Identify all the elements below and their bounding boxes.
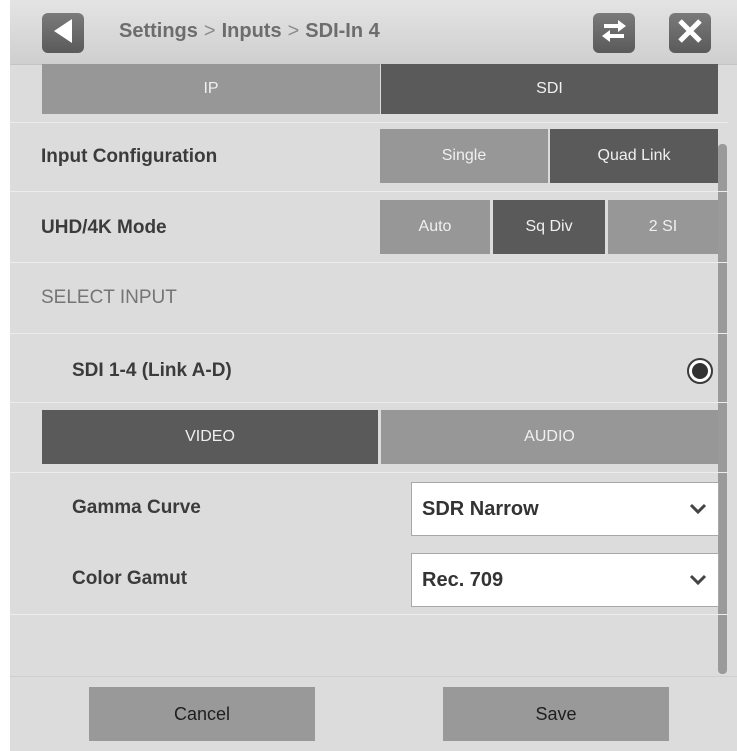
gamma-curve-value: SDR Narrow bbox=[422, 497, 539, 520]
divider bbox=[10, 333, 728, 334]
divider bbox=[10, 262, 728, 263]
settings-content: IP SDI Input Configuration Single Quad L… bbox=[10, 64, 737, 676]
close-button[interactable] bbox=[669, 13, 711, 53]
uhd-mode-sq-div-button[interactable]: Sq Div bbox=[493, 200, 605, 254]
input-config-single-button[interactable]: Single bbox=[380, 129, 548, 183]
uhd-mode-2si-button[interactable]: 2 SI bbox=[608, 200, 718, 254]
chevron-down-icon bbox=[678, 574, 718, 586]
title-bar: Settings > Inputs > SDI-In 4 bbox=[10, 0, 737, 65]
input-config-quad-link-button[interactable]: Quad Link bbox=[550, 129, 718, 183]
color-gamut-value: Rec. 709 bbox=[422, 568, 504, 591]
breadcrumb-current: SDI-In 4 bbox=[305, 20, 380, 42]
scrollbar[interactable] bbox=[718, 144, 727, 674]
breadcrumb: Settings > Inputs > SDI-In 4 bbox=[119, 20, 380, 43]
gamma-curve-dropdown[interactable]: SDR Narrow bbox=[411, 482, 719, 536]
tab-audio[interactable]: AUDIO bbox=[381, 410, 718, 464]
swap-icon bbox=[600, 17, 628, 50]
chevron-down-icon bbox=[678, 503, 718, 515]
sdi-input-radio[interactable] bbox=[687, 358, 713, 384]
save-button[interactable]: Save bbox=[443, 687, 669, 741]
breadcrumb-separator: > bbox=[287, 20, 300, 42]
divider bbox=[10, 402, 728, 403]
tab-sdi[interactable]: SDI bbox=[381, 64, 718, 114]
divider bbox=[10, 614, 728, 615]
uhd-mode-auto-button[interactable]: Auto bbox=[380, 200, 490, 254]
close-icon bbox=[677, 18, 703, 49]
back-button[interactable] bbox=[42, 13, 84, 53]
breadcrumb-separator: > bbox=[203, 20, 216, 42]
back-arrow-icon bbox=[52, 18, 74, 49]
divider bbox=[10, 122, 728, 123]
input-configuration-label: Input Configuration bbox=[41, 146, 218, 167]
tab-ip[interactable]: IP bbox=[42, 64, 380, 114]
divider bbox=[10, 472, 728, 473]
breadcrumb-settings[interactable]: Settings bbox=[119, 20, 198, 42]
divider bbox=[10, 191, 728, 192]
swap-button[interactable] bbox=[593, 13, 635, 53]
select-input-heading: SELECT INPUT bbox=[41, 287, 177, 308]
cancel-button[interactable]: Cancel bbox=[89, 687, 315, 741]
color-gamut-dropdown[interactable]: Rec. 709 bbox=[411, 553, 719, 607]
color-gamut-label: Color Gamut bbox=[72, 568, 188, 589]
footer-bar: Cancel Save bbox=[10, 676, 737, 751]
radio-selected-dot bbox=[692, 363, 708, 379]
uhd-mode-label: UHD/4K Mode bbox=[41, 217, 167, 238]
sdi-input-option-label[interactable]: SDI 1-4 (Link A-D) bbox=[72, 360, 232, 382]
settings-panel: Settings > Inputs > SDI-In 4 IP SDI Inpu… bbox=[10, 0, 737, 751]
tab-video[interactable]: VIDEO bbox=[42, 410, 378, 464]
gamma-curve-label: Gamma Curve bbox=[72, 497, 201, 518]
breadcrumb-inputs[interactable]: Inputs bbox=[222, 20, 282, 42]
